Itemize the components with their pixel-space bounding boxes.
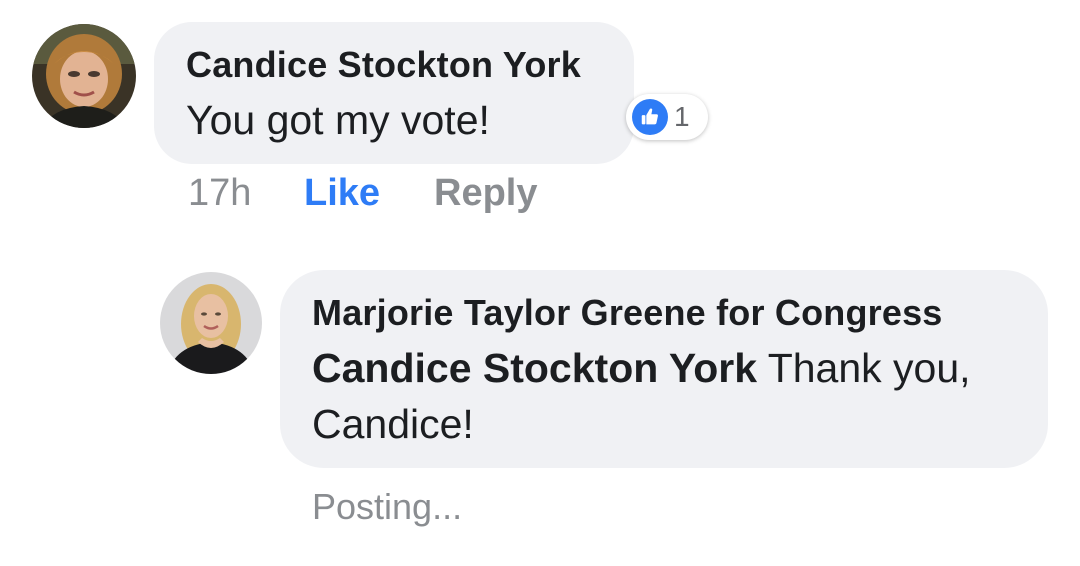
posting-status: Posting... (312, 486, 463, 527)
mentioned-user[interactable]: Candice Stockton York (312, 345, 757, 391)
like-button[interactable]: Like (304, 172, 380, 215)
replier-avatar[interactable] (160, 272, 262, 374)
reply-button[interactable]: Reply (434, 172, 537, 215)
reply-bubble: Marjorie Taylor Greene for Congress Cand… (280, 270, 1048, 468)
commenter-avatar[interactable] (32, 24, 136, 128)
comment-bubble: Candice Stockton York You got my vote! (154, 22, 634, 164)
reaction-summary[interactable]: 1 (626, 94, 708, 140)
comment-author[interactable]: Candice Stockton York (186, 44, 581, 86)
reaction-count: 1 (674, 101, 690, 132)
thumbs-up-icon (632, 99, 668, 135)
comment-timestamp[interactable]: 17h (188, 172, 251, 215)
reply-text-block: Candice Stockton York Thank you, Candice… (312, 340, 1032, 452)
comment-text: You got my vote! (186, 97, 490, 143)
reply-author[interactable]: Marjorie Taylor Greene for Congress (312, 292, 943, 334)
